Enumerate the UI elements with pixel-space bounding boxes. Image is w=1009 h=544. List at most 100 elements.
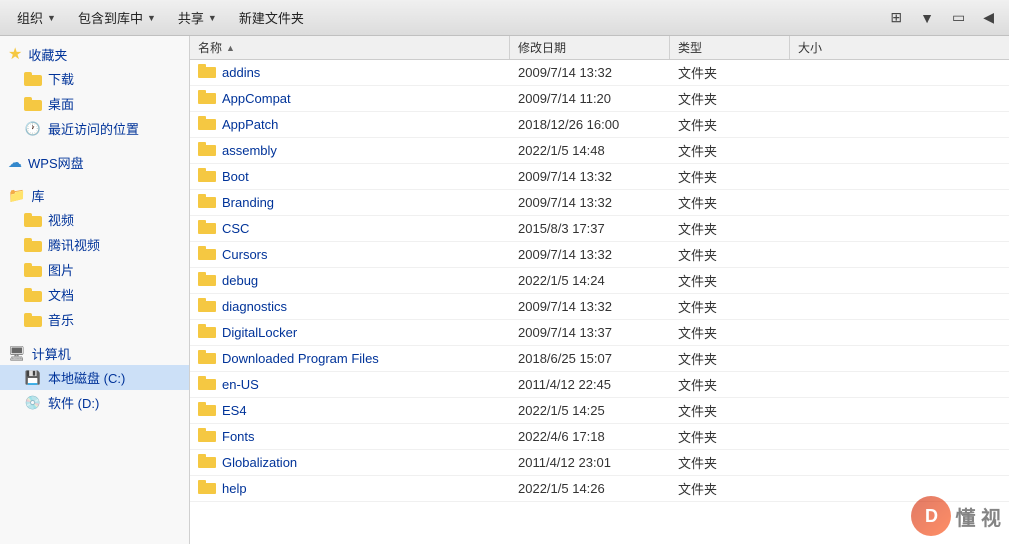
include-library-button[interactable]: 包含到库中 ▼ [69,4,165,31]
file-date-cell: 2009/7/14 13:32 [510,297,670,316]
include-library-chevron-icon: ▼ [147,13,156,23]
col-header-type[interactable]: 类型 [670,36,790,59]
view-chevron-button[interactable]: ▼ [913,6,941,30]
sidebar-item-desktop[interactable]: 桌面 [0,91,189,116]
sidebar-item-picture[interactable]: 图片 [0,257,189,282]
sidebar-section-favorites[interactable]: ★ 收藏夹 [0,40,189,66]
organize-label: 组织 [17,8,43,27]
file-type-cell: 文件夹 [670,139,790,162]
file-type-cell: 文件夹 [670,243,790,266]
file-size-cell [790,253,890,257]
col-date-label: 修改日期 [518,39,566,56]
table-row[interactable]: Cursors 2009/7/14 13:32 文件夹 [190,242,1009,268]
computer-label: 计算机 [32,344,71,363]
view-toggle-button[interactable]: ⊞ [883,5,909,30]
folder-icon [198,350,216,367]
back-button[interactable]: ◀ [976,5,1001,30]
file-type-cell: 文件夹 [670,269,790,292]
file-date-cell: 2022/4/6 17:18 [510,427,670,446]
organize-button[interactable]: 组织 ▼ [8,4,65,31]
file-type-cell: 文件夹 [670,373,790,396]
table-row[interactable]: assembly 2022/1/5 14:48 文件夹 [190,138,1009,164]
file-name-cell: Fonts [190,426,510,447]
table-row[interactable]: help 2022/1/5 14:26 文件夹 [190,476,1009,502]
table-row[interactable]: debug 2022/1/5 14:24 文件夹 [190,268,1009,294]
folder-icon [198,428,216,445]
main-layout: ★ 收藏夹 下载 桌面 🕐 最近访问的位置 ☁ WPS网盘 📁 库 [0,36,1009,544]
col-type-label: 类型 [678,39,702,56]
sidebar-item-local-disk[interactable]: 💾 本地磁盘 (C:) [0,365,189,390]
table-row[interactable]: AppPatch 2018/12/26 16:00 文件夹 [190,112,1009,138]
video-icon [24,212,42,228]
library-icon: 📁 [8,187,25,204]
sidebar-item-music[interactable]: 音乐 [0,307,189,332]
sidebar-item-recent[interactable]: 🕐 最近访问的位置 [0,116,189,141]
star-icon: ★ [8,44,22,64]
file-date-cell: 2009/7/14 13:37 [510,323,670,342]
sidebar-item-video[interactable]: 视频 [0,207,189,232]
folder-icon [198,376,216,393]
file-size-cell [790,71,890,75]
folder-icon [198,454,216,471]
folder-icon [198,298,216,315]
file-date-cell: 2011/4/12 22:45 [510,375,670,394]
table-row[interactable]: DigitalLocker 2009/7/14 13:37 文件夹 [190,320,1009,346]
file-size-cell [790,279,890,283]
file-name-cell: CSC [190,218,510,239]
recent-icon: 🕐 [24,121,42,137]
file-name-cell: AppCompat [190,88,510,109]
picture-label: 图片 [48,260,74,279]
sidebar-item-tencent-video[interactable]: 腾讯视频 [0,232,189,257]
table-row[interactable]: Fonts 2022/4/6 17:18 文件夹 [190,424,1009,450]
share-button[interactable]: 共享 ▼ [169,4,226,31]
share-label: 共享 [178,8,204,27]
folder-icon [198,480,216,497]
sidebar-gap-3 [0,332,189,340]
file-name-cell: Globalization [190,452,510,473]
local-disk-icon: 💾 [24,370,42,386]
table-row[interactable]: ES4 2022/1/5 14:25 文件夹 [190,398,1009,424]
tencent-video-label: 腾讯视频 [48,235,100,254]
file-name-cell: Cursors [190,244,510,265]
table-row[interactable]: Downloaded Program Files 2018/6/25 15:07… [190,346,1009,372]
sidebar-item-document[interactable]: 文档 [0,282,189,307]
new-folder-button[interactable]: 新建文件夹 [230,4,313,31]
file-type-cell: 文件夹 [670,295,790,318]
table-row[interactable]: CSC 2015/8/3 17:37 文件夹 [190,216,1009,242]
table-row[interactable]: Branding 2009/7/14 13:32 文件夹 [190,190,1009,216]
file-date-cell: 2022/1/5 14:26 [510,479,670,498]
file-name-cell: debug [190,270,510,291]
file-type-cell: 文件夹 [670,425,790,448]
sidebar-section-wps[interactable]: ☁ WPS网盘 [0,149,189,174]
table-row[interactable]: AppCompat 2009/7/14 11:20 文件夹 [190,86,1009,112]
include-library-label: 包含到库中 [78,8,143,27]
col-header-size[interactable]: 大小 [790,36,890,59]
table-row[interactable]: Globalization 2011/4/12 23:01 文件夹 [190,450,1009,476]
file-size-cell [790,331,890,335]
picture-icon [24,262,42,278]
file-date-cell: 2018/12/26 16:00 [510,115,670,134]
file-type-cell: 文件夹 [670,321,790,344]
file-name-cell: ES4 [190,400,510,421]
recent-label: 最近访问的位置 [48,119,139,138]
file-size-cell [790,227,890,231]
table-row[interactable]: en-US 2011/4/12 22:45 文件夹 [190,372,1009,398]
table-row[interactable]: addins 2009/7/14 13:32 文件夹 [190,60,1009,86]
video-label: 视频 [48,210,74,229]
file-type-cell: 文件夹 [670,347,790,370]
col-header-date[interactable]: 修改日期 [510,36,670,59]
table-row[interactable]: Boot 2009/7/14 13:32 文件夹 [190,164,1009,190]
window-button[interactable]: ▭ [945,5,972,30]
file-name: help [222,481,247,496]
file-name: CSC [222,221,249,236]
sidebar-section-computer[interactable]: 🖥 计算机 [0,340,189,365]
sidebar-item-soft-disk[interactable]: 💿 软件 (D:) [0,390,189,415]
sidebar-item-download[interactable]: 下载 [0,66,189,91]
column-header: 名称 ▲ 修改日期 类型 大小 [190,36,1009,60]
table-row[interactable]: diagnostics 2009/7/14 13:32 文件夹 [190,294,1009,320]
col-header-name[interactable]: 名称 ▲ [190,36,510,59]
sidebar-section-library[interactable]: 📁 库 [0,182,189,207]
file-type-cell: 文件夹 [670,165,790,188]
folder-icon [198,194,216,211]
file-date-cell: 2011/4/12 23:01 [510,453,670,472]
